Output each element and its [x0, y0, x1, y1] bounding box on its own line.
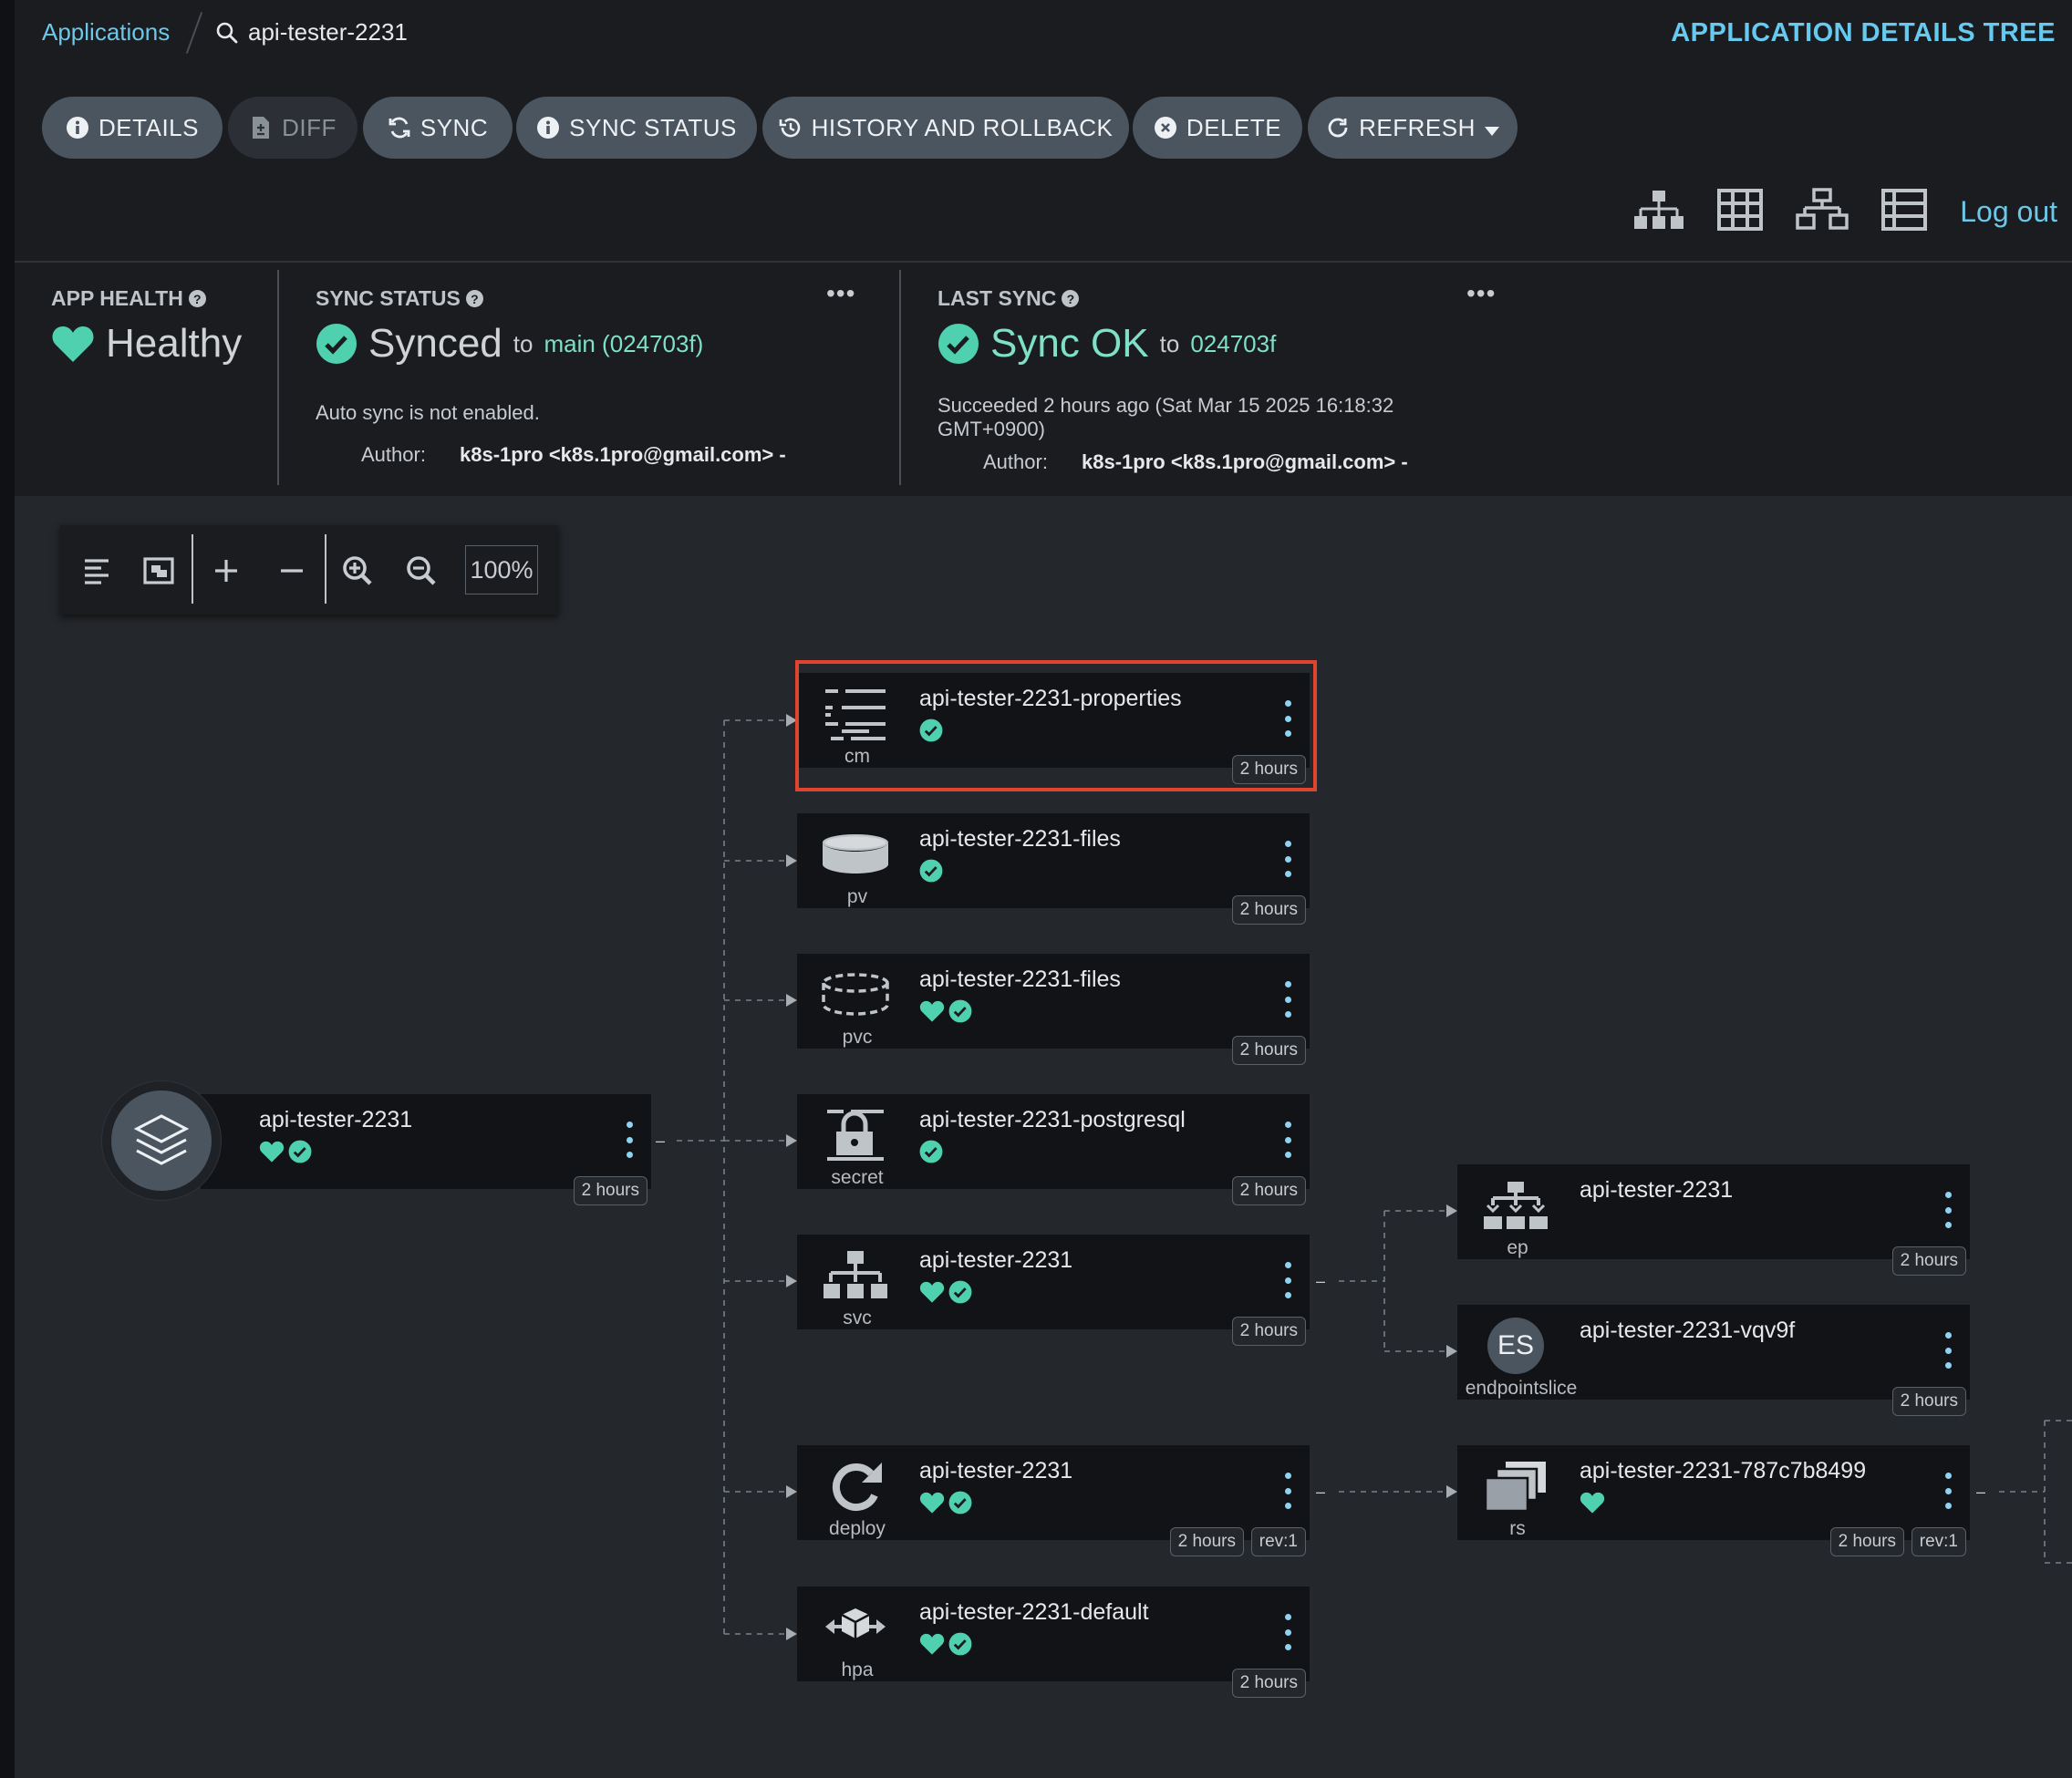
check-circle-icon [919, 1140, 943, 1163]
resource-kind: svc [843, 1308, 872, 1328]
resource-kind: hpa [841, 1659, 874, 1680]
heart-icon [919, 1000, 945, 1022]
check-circle-icon [919, 859, 943, 883]
more-vertical-icon[interactable] [1284, 1614, 1291, 1650]
heart-icon [1580, 1492, 1605, 1514]
check-circle-icon [948, 999, 972, 1023]
lock-file-icon [810, 1103, 901, 1167]
check-circle-icon [948, 1632, 972, 1656]
expand-all-icon[interactable] [204, 549, 248, 593]
layers-icon [133, 1114, 190, 1165]
database-outline-icon [810, 963, 901, 1027]
resource-status [919, 999, 972, 1023]
resource-name: api-tester-2231 [919, 1247, 1073, 1273]
resource-node-svc[interactable]: svc api-tester-2231 2 hours [797, 1235, 1310, 1346]
age-badge: 2 hours [1891, 1387, 1966, 1416]
resource-kind: pv [846, 886, 868, 907]
resource-name: api-tester-2231-vqv9f [1580, 1318, 1796, 1343]
collapse-all-icon[interactable] [270, 549, 314, 593]
more-vertical-icon[interactable] [1284, 841, 1291, 877]
check-circle-icon [288, 1140, 312, 1163]
age-badge: 2 hours [1231, 1036, 1306, 1065]
resource-kind: deploy [829, 1518, 886, 1539]
fit-screen-icon[interactable] [137, 549, 181, 593]
heart-icon [919, 1281, 945, 1303]
more-vertical-icon[interactable] [1284, 1122, 1291, 1158]
collapse-toggle[interactable]: – [651, 1132, 669, 1150]
resource-node-pvc[interactable]: pvc api-tester-2231-files 2 hours [797, 954, 1310, 1065]
node-status [259, 1140, 312, 1163]
app-root-icon-circle[interactable] [102, 1081, 221, 1200]
revision-badge: rev:1 [1911, 1527, 1966, 1556]
database-icon [810, 822, 901, 886]
heart-icon [919, 1633, 945, 1655]
more-vertical-icon[interactable] [1944, 1473, 1952, 1509]
resource-name: api-tester-2231-postgresql [919, 1107, 1186, 1132]
endpointslice-icon: ES [1470, 1314, 1561, 1378]
align-left-icon[interactable] [75, 549, 119, 593]
resource-status [919, 1632, 972, 1656]
more-vertical-icon[interactable] [1284, 1473, 1291, 1509]
more-vertical-icon[interactable] [1944, 1192, 1952, 1228]
age-badge: 2 hours [1829, 1527, 1904, 1556]
age-badge: 2 hours [573, 1176, 648, 1205]
resource-name: api-tester-2231 [1580, 1177, 1734, 1203]
resource-node-ep[interactable]: ep api-tester-2231 2 hours [1457, 1164, 1970, 1276]
resource-kind: pvc [842, 1027, 873, 1048]
clone-icon [1470, 1454, 1561, 1518]
revision-badge: rev:1 [1250, 1527, 1306, 1556]
resource-status [919, 1491, 972, 1514]
resource-name: api-tester-2231-787c7b8499 [1580, 1458, 1867, 1483]
resource-kind: endpointslice [1465, 1378, 1578, 1399]
resource-name: api-tester-2231-default [919, 1599, 1149, 1625]
heart-icon [919, 1492, 945, 1514]
check-circle-icon [948, 1491, 972, 1514]
resource-status [1580, 1491, 1605, 1514]
collapse-toggle[interactable]: – [1972, 1483, 1990, 1501]
collapse-toggle[interactable]: – [1311, 1483, 1330, 1501]
resource-node-deploy[interactable]: deploy api-tester-2231 2 hours rev:1 [797, 1445, 1310, 1556]
network-wired-icon [1470, 1173, 1561, 1237]
es-badge-text: ES [1487, 1318, 1544, 1374]
resource-kind: ep [1507, 1237, 1528, 1258]
node-name: api-tester-2231 [259, 1107, 413, 1132]
zoom-in-icon[interactable] [336, 549, 379, 593]
collapse-toggle[interactable]: – [1311, 1272, 1330, 1290]
redo-icon [810, 1454, 901, 1518]
check-circle-icon [948, 1280, 972, 1304]
sitemap-icon [810, 1244, 901, 1308]
more-vertical-icon[interactable] [1944, 1332, 1952, 1369]
zoom-out-icon[interactable] [399, 549, 443, 593]
age-badge: 2 hours [1231, 1176, 1306, 1205]
resource-node-endpointslice[interactable]: ES endpointslice api-tester-2231-vqv9f 2… [1457, 1305, 1970, 1416]
resource-kind: secret [831, 1167, 884, 1188]
resource-kind: rs [1509, 1518, 1526, 1539]
age-badge: 2 hours [1231, 1669, 1306, 1698]
resource-node-secret[interactable]: secret api-tester-2231-postgresql 2 hour… [797, 1094, 1310, 1205]
divider [192, 534, 193, 604]
resource-name: api-tester-2231-files [919, 826, 1121, 852]
resource-node-pv[interactable]: pv api-tester-2231-files 2 hours [797, 813, 1310, 925]
cube-arrows-icon [810, 1596, 901, 1659]
heart-icon [259, 1141, 285, 1163]
resource-node-rs[interactable]: rs api-tester-2231-787c7b8499 2 hours re… [1457, 1445, 1970, 1556]
graph-zoom-toolbar: 100% [60, 525, 558, 615]
app-root-node[interactable]: api-tester-2231 2 hours [201, 1094, 651, 1205]
age-badge: 2 hours [1169, 1527, 1244, 1556]
divider [325, 534, 326, 604]
age-badge: 2 hours [1231, 1317, 1306, 1346]
zoom-level[interactable]: 100% [465, 545, 538, 594]
age-badge: 2 hours [1891, 1246, 1966, 1276]
selection-highlight [795, 660, 1317, 791]
age-badge: 2 hours [1231, 895, 1306, 925]
more-vertical-icon[interactable] [1284, 981, 1291, 1018]
resource-name: api-tester-2231-files [919, 967, 1121, 992]
resource-status [919, 1140, 943, 1163]
more-vertical-icon[interactable] [626, 1122, 633, 1158]
resource-name: api-tester-2231 [919, 1458, 1073, 1483]
resource-node-hpa[interactable]: hpa api-tester-2231-default 2 hours [797, 1587, 1310, 1698]
more-vertical-icon[interactable] [1284, 1262, 1291, 1298]
resource-status [919, 859, 943, 883]
resource-status [919, 1280, 972, 1304]
